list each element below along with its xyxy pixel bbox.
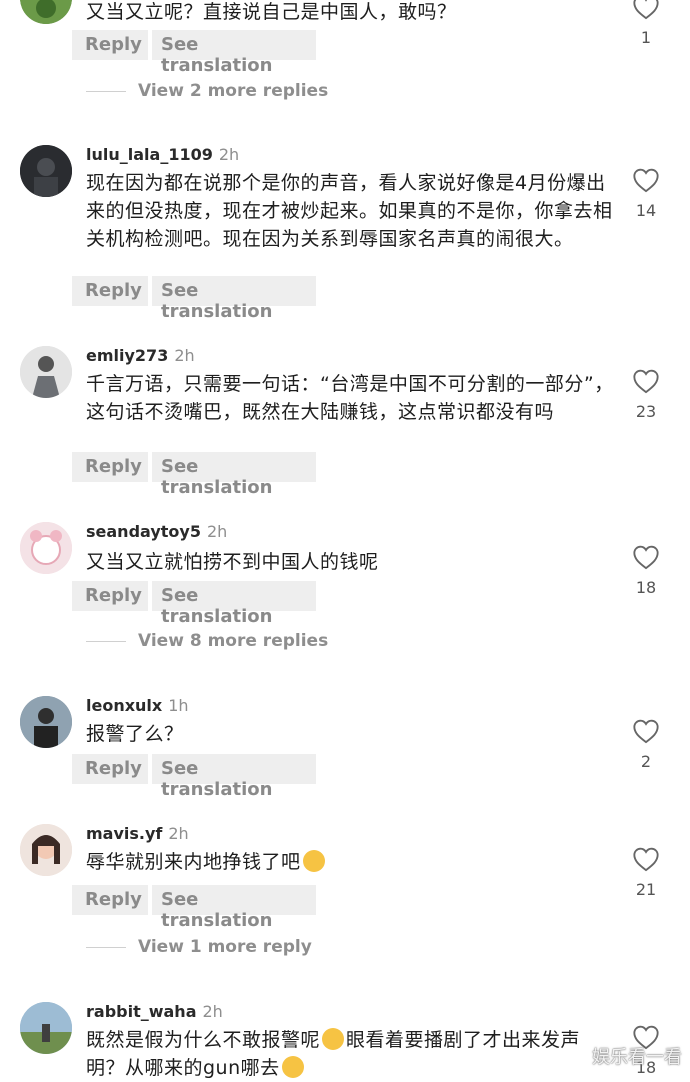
comment-meta: rabbit_waha 2h — [86, 1002, 223, 1021]
like-count: 23 — [635, 402, 657, 421]
see-translation-button[interactable]: See translation — [161, 280, 316, 322]
timestamp: 2h — [202, 1002, 223, 1021]
see-translation-button[interactable]: See translation — [161, 585, 316, 627]
comment-text: 又当又立就怕捞不到中国人的钱呢 — [86, 551, 379, 573]
divider — [86, 946, 126, 948]
view-more-replies[interactable]: View 1 more reply — [86, 937, 312, 957]
comment-text: 辱华就别来内地挣钱了吧 — [86, 848, 616, 876]
comment-actions: Reply See translation — [72, 885, 316, 931]
like-control[interactable]: 14 — [630, 167, 662, 220]
comment-meta: lulu_lala_1109 2h — [86, 145, 239, 164]
view-more-replies-label: View 8 more replies — [138, 631, 329, 651]
heart-icon[interactable] — [632, 167, 660, 193]
comment-actions: Reply See translation — [72, 276, 316, 322]
username[interactable]: leonxulx — [86, 696, 162, 715]
clown-emoji-icon — [302, 850, 325, 872]
reply-button[interactable]: Reply — [85, 889, 142, 910]
comment-text: 千言万语，只需要一句话：“台湾是中国不可分割的一部分”，这句话不烫嘴巴，既然在大… — [86, 373, 614, 423]
avatar[interactable] — [20, 0, 72, 24]
view-more-replies-label: View 1 more reply — [138, 937, 312, 957]
like-control[interactable]: 18 — [630, 544, 662, 597]
heart-icon[interactable] — [632, 0, 660, 20]
comment-text: 既然是假为什么不敢报警呢 眼看着要播剧了才出来发声明？从哪来的gun哪去 — [86, 1026, 616, 1082]
view-more-replies[interactable]: View 8 more replies — [86, 631, 328, 651]
comment-actions: Reply See translation — [72, 30, 316, 76]
see-translation-button[interactable]: See translation — [161, 758, 316, 800]
reply-button[interactable]: Reply — [85, 758, 142, 779]
username[interactable]: emliy273 — [86, 346, 168, 365]
avatar[interactable] — [20, 346, 72, 398]
avatar[interactable] — [20, 696, 72, 748]
comment-meta: mavis.yf 2h — [86, 824, 189, 843]
timestamp: 2h — [218, 145, 240, 164]
comment-actions: Reply See translation — [72, 581, 316, 627]
username[interactable]: lulu_lala_1109 — [86, 145, 213, 164]
comment-actions: Reply See translation — [72, 754, 316, 800]
username[interactable]: rabbit_waha — [86, 1002, 197, 1021]
timestamp: 2h — [168, 824, 189, 843]
timestamp: 2h — [174, 346, 195, 365]
heart-icon[interactable] — [632, 846, 660, 872]
watermark: 娱乐看一看 — [592, 1047, 682, 1068]
laughing-emoji-icon — [322, 1028, 345, 1050]
comment-meta: leonxulx 1h — [86, 696, 189, 715]
comment-actions: Reply See translation — [72, 452, 316, 498]
heart-icon[interactable] — [632, 544, 660, 570]
comment-text-body: 既然是假为什么不敢报警呢 — [86, 1029, 321, 1051]
comment-meta: seandaytoy5 2h — [86, 522, 227, 541]
timestamp: 1h — [168, 696, 189, 715]
like-count: 14 — [635, 201, 657, 220]
divider — [86, 640, 126, 642]
username[interactable]: seandaytoy5 — [86, 522, 201, 541]
avatar[interactable] — [20, 145, 72, 197]
like-count: 2 — [640, 752, 652, 771]
like-control[interactable]: 2 — [630, 718, 662, 771]
reply-button[interactable]: Reply — [85, 280, 142, 301]
see-translation-button[interactable]: See translation — [161, 34, 316, 76]
avatar[interactable] — [20, 824, 72, 876]
reply-button[interactable]: Reply — [85, 34, 142, 55]
like-control[interactable]: 21 — [630, 846, 662, 899]
view-more-replies-label: View 2 more replies — [138, 81, 329, 101]
like-count: 21 — [635, 880, 657, 899]
avatar[interactable] — [20, 522, 72, 574]
heart-icon[interactable] — [632, 718, 660, 744]
like-control[interactable]: 1 — [630, 0, 662, 47]
avatar[interactable] — [20, 1002, 72, 1054]
comment-text: 现在因为都在说那个是你的声音，看人家说好像是4月份爆出来的但没热度，现在才被炒起… — [86, 172, 613, 250]
reply-button[interactable]: Reply — [85, 456, 142, 477]
reply-button[interactable]: Reply — [85, 585, 142, 606]
comment-text: 又当又立呢？直接说自己是中国人，敢吗？ — [86, 1, 457, 23]
see-translation-button[interactable]: See translation — [161, 889, 316, 931]
view-more-replies[interactable]: View 2 more replies — [86, 81, 328, 101]
divider — [86, 90, 126, 92]
comment-meta: emliy273 2h — [86, 346, 195, 365]
like-count: 1 — [640, 28, 652, 47]
username[interactable]: mavis.yf — [86, 824, 162, 843]
like-control[interactable]: 23 — [630, 368, 662, 421]
comment-text: 报警了么？ — [86, 723, 184, 745]
timestamp: 2h — [206, 522, 228, 541]
comment-text-body: 辱华就别来内地挣钱了吧 — [86, 851, 301, 873]
see-translation-button[interactable]: See translation — [161, 456, 316, 498]
like-count: 18 — [635, 578, 657, 597]
heart-icon[interactable] — [632, 368, 660, 394]
